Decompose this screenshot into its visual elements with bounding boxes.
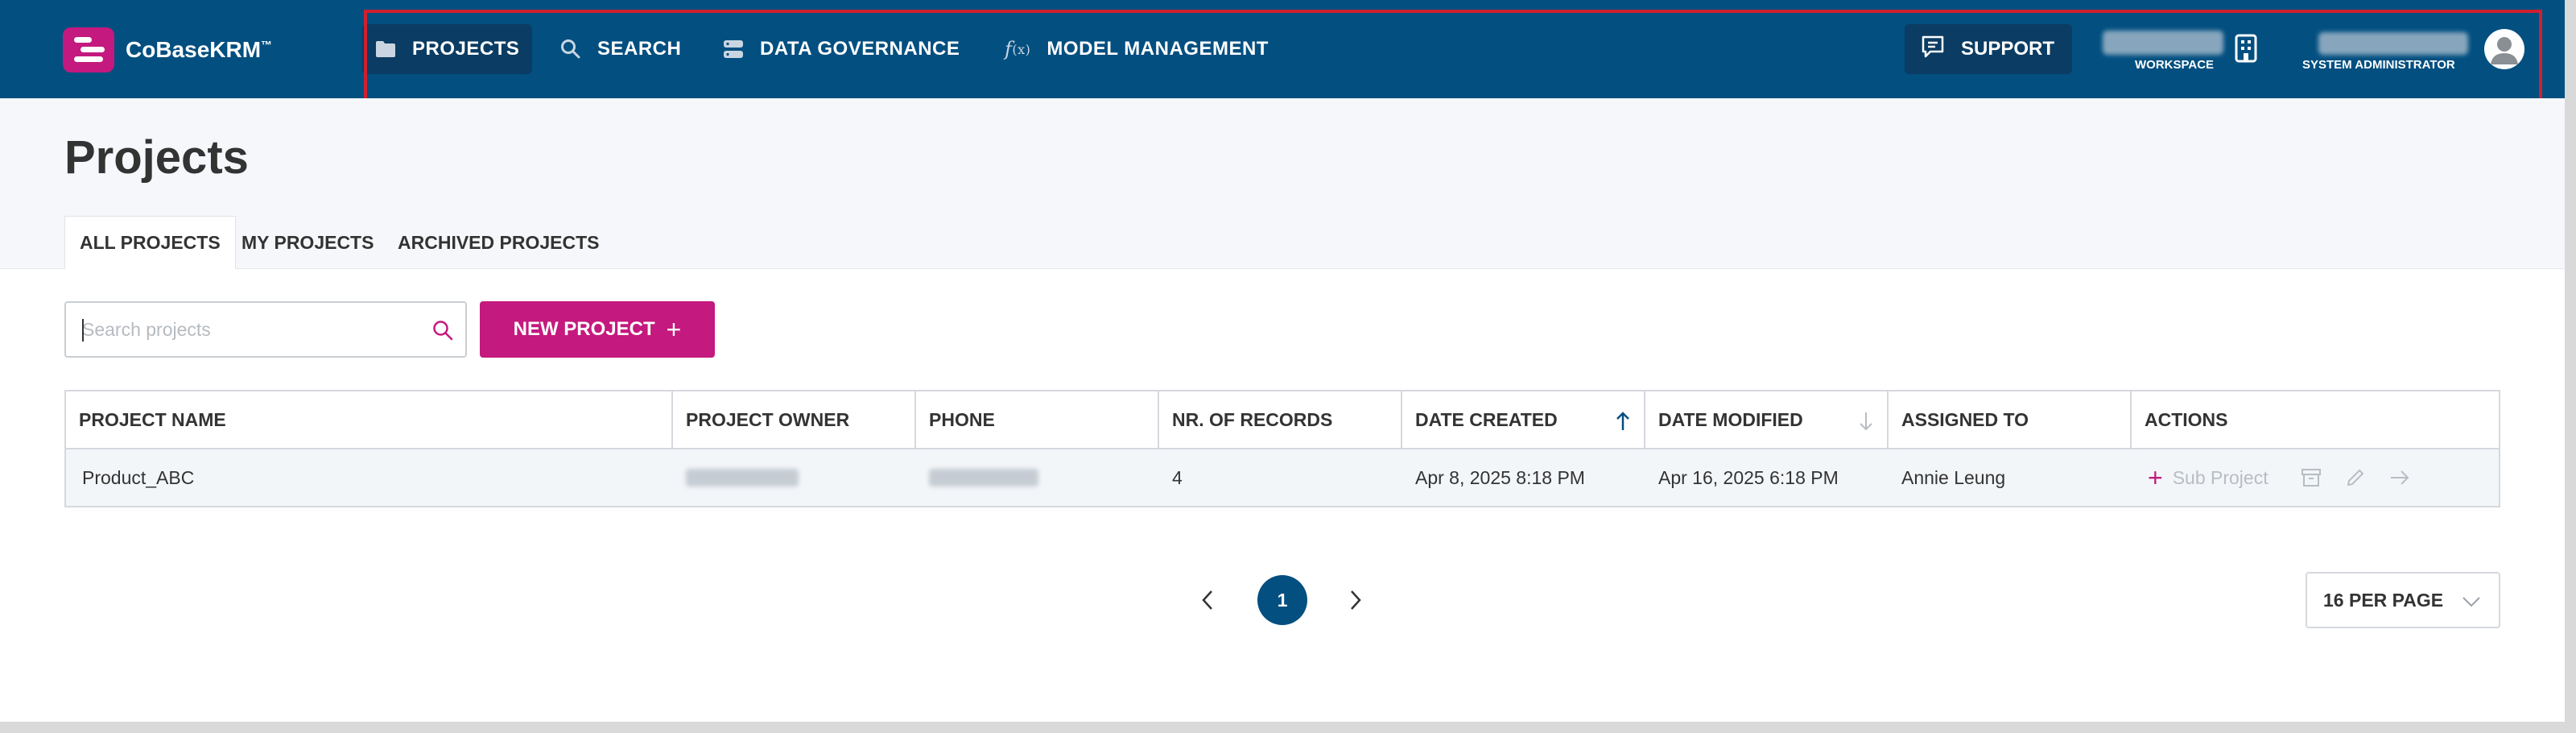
cell-assigned-to: Annie Leung <box>1901 466 2006 488</box>
sort-descending-icon[interactable] <box>1858 411 1874 437</box>
column-header-project-name[interactable]: PROJECT NAME <box>66 391 673 448</box>
page-title: Projects <box>64 131 249 184</box>
new-project-label: NEW PROJECT <box>513 318 655 340</box>
column-header-actions: ACTIONS <box>2145 408 2228 430</box>
column-header-assigned-to[interactable]: ASSIGNED TO <box>1889 391 2132 448</box>
cell-actions: + Sub Project <box>2132 449 2499 506</box>
search-icon[interactable] <box>431 319 454 346</box>
per-page-select[interactable]: 16 PER PAGE <box>2306 572 2500 628</box>
redacted-phone <box>929 469 1038 487</box>
per-page-label: 16 PER PAGE <box>2323 589 2444 611</box>
add-sub-project-icon[interactable]: + <box>2148 465 2163 491</box>
cell-date-created: Apr 8, 2025 8:18 PM <box>1415 466 1585 488</box>
column-header-project-owner[interactable]: PROJECT OWNER <box>673 391 916 448</box>
column-header-date-created[interactable]: DATE CREATED <box>1402 391 1645 448</box>
brand-logo-icon <box>63 27 114 72</box>
new-project-button[interactable]: NEW PROJECT + <box>480 301 715 358</box>
search-box <box>64 301 467 358</box>
cell-phone <box>916 449 1159 506</box>
tab-archived-projects[interactable]: ARCHIVED PROJECTS <box>383 216 613 269</box>
brand[interactable]: CoBaseKRM™ <box>63 27 272 72</box>
column-header-phone[interactable]: PHONE <box>916 391 1159 448</box>
page-number-current[interactable]: 1 <box>1257 575 1307 625</box>
highlight-annotation-box <box>364 10 2542 105</box>
next-page-icon[interactable] <box>1346 586 1365 618</box>
column-header-nr-of-records[interactable]: NR. OF RECORDS <box>1159 391 1402 448</box>
redacted-owner <box>686 469 799 487</box>
projects-table: PROJECT NAME PROJECT OWNER PHONE NR. OF … <box>64 390 2500 507</box>
plus-icon: + <box>666 315 682 344</box>
cell-nr-of-records: 4 <box>1172 466 1183 488</box>
sort-ascending-icon[interactable] <box>1615 411 1631 437</box>
table-row[interactable]: Product_ABC 4 Apr 8, 2025 8:18 PM Apr 16… <box>66 449 2499 506</box>
table-header: PROJECT NAME PROJECT OWNER PHONE NR. OF … <box>66 391 2499 449</box>
text-cursor <box>82 319 84 342</box>
window-shadow <box>0 722 2576 733</box>
search-input[interactable] <box>82 303 420 356</box>
sub-project-button[interactable]: Sub Project <box>2173 467 2268 489</box>
arrow-right-icon[interactable] <box>2389 469 2410 487</box>
previous-page-icon[interactable] <box>1198 586 1217 618</box>
column-header-date-modified[interactable]: DATE MODIFIED <box>1645 391 1889 448</box>
cell-date-modified: Apr 16, 2025 6:18 PM <box>1658 466 1839 488</box>
cell-project-owner <box>673 449 916 506</box>
tab-my-projects[interactable]: MY PROJECTS <box>227 216 388 269</box>
edit-pencil-icon[interactable] <box>2346 468 2365 487</box>
chevron-down-icon <box>2460 591 2483 615</box>
archive-icon[interactable] <box>2301 468 2322 487</box>
brand-name: CoBaseKRM™ <box>126 37 273 62</box>
cell-project-name[interactable]: Product_ABC <box>69 449 673 506</box>
window-shadow <box>2565 0 2576 733</box>
tab-all-projects[interactable]: ALL PROJECTS <box>64 216 236 269</box>
